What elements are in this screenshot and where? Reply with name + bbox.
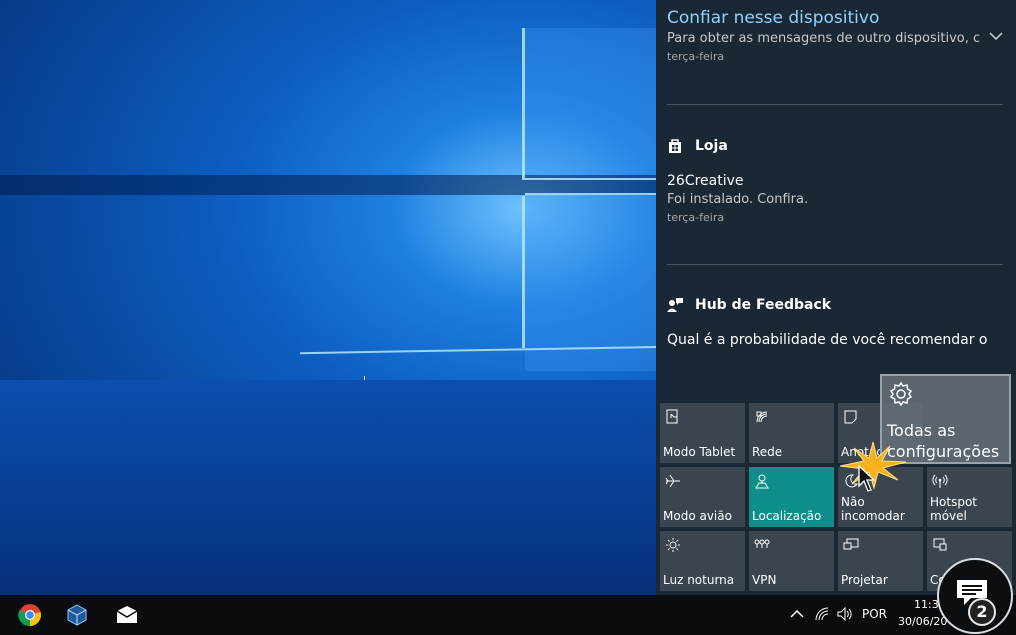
notification-feedback[interactable]: Qual é a probabilidade de você recomenda… [667,332,1003,348]
network-icon [756,411,768,423]
chevron-down-icon[interactable] [988,28,1004,44]
app-header-feedback: Hub de Feedback [667,297,831,313]
notification-count-badge: 2 [968,598,996,626]
app-name: Loja [695,138,728,154]
notification-body: Foi instalado. Confira. [667,192,809,207]
notification-title: Confiar nesse dispositivo [667,8,880,28]
vpn-icon [754,539,770,548]
notification-body: Qual é a probabilidade de você recomenda… [667,332,988,348]
chevron-up-icon[interactable] [788,605,806,623]
notification-time: terça-feira [667,211,725,224]
connect-icon [933,538,947,551]
divider [667,264,1003,265]
chrome-icon[interactable] [18,603,42,627]
mail-icon[interactable] [115,603,139,627]
app-name: Hub de Feedback [695,297,832,313]
notification-time: terça-feira [667,50,725,63]
quick-action-mobile-hotspot[interactable]: Hotspot móvel [927,467,1012,527]
tile-label: VPN [752,573,777,587]
taskbar: POR 11:33 30/06/2017 [0,595,1016,635]
clock-date[interactable]: 30/06/2017 [898,615,948,628]
feedback-hub-icon [667,298,683,312]
tile-label: Projetar [841,573,888,587]
app-header-store: Loja [667,138,728,154]
language-indicator[interactable]: POR [862,607,887,621]
tile-label: Modo avião [663,509,732,523]
quick-action-tablet-mode[interactable]: Modo Tablet [660,403,745,463]
quick-action-vpn[interactable]: VPN [749,531,834,591]
quick-action-network[interactable]: Rede [749,403,834,463]
tile-label: Não incomodar [841,495,905,523]
project-icon [843,538,859,550]
quick-action-airplane-mode[interactable]: Modo avião [660,467,745,527]
quick-action-location[interactable]: Localização [749,467,834,527]
hotspot-icon [932,474,948,488]
mouse-pointer-icon [858,465,876,492]
notification-body: Para obter as mensagens de outro disposi… [667,31,981,46]
airplane-icon [665,474,680,488]
quick-action-night-light[interactable]: Luz noturna [660,531,745,591]
tile-label: Luz noturna [663,573,735,587]
desktop-wallpaper [0,0,656,595]
notification-title: 26Creative [667,173,744,189]
tile-label: Modo Tablet [663,445,736,459]
virtualbox-icon[interactable] [65,603,89,627]
gear-icon [889,381,913,407]
notification-store[interactable]: 26Creative Foi instalado. Confira. terça… [667,173,1003,224]
volume-icon[interactable] [836,605,854,623]
location-icon [755,474,769,489]
wifi-icon[interactable] [813,605,831,623]
tablet-mode-icon [666,409,678,424]
tile-label: Hotspot móvel [930,495,977,523]
sun-icon [666,538,680,552]
divider [667,104,1003,105]
note-icon [844,410,857,424]
notification-trust-device[interactable]: Confiar nesse dispositivo Para obter as … [667,8,1003,63]
quick-action-project[interactable]: Projetar [838,531,923,591]
tile-label: Rede [752,445,783,459]
tile-label: Localização [752,509,822,523]
store-icon [669,139,681,153]
